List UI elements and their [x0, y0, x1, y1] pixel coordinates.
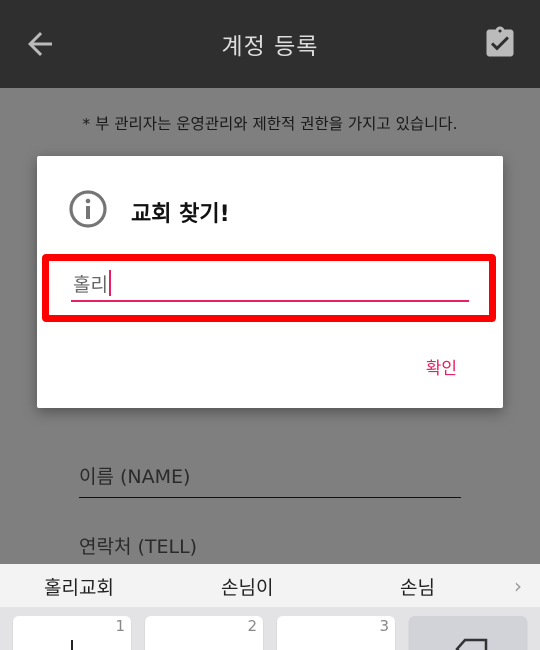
church-search-value: 홀리 [73, 273, 108, 296]
suggestion-item[interactable]: 손님 [400, 573, 435, 600]
app-bar: 계정 등록 [0, 0, 540, 88]
backspace-key[interactable] [409, 616, 527, 650]
dialog-title: 교회 찾기! [131, 202, 230, 227]
key-number: 1 [115, 617, 125, 635]
soft-keyboard: 1 2 3 [0, 607, 540, 650]
keyboard-key[interactable]: 3 [277, 616, 395, 650]
find-church-dialog: 교회 찾기! 홀리 확인 [37, 156, 503, 408]
key-number: 2 [247, 617, 257, 635]
suggestion-item[interactable]: 홀리교회 [44, 573, 114, 600]
keyboard-key[interactable]: 1 [13, 616, 131, 650]
clipboard-check-icon[interactable] [482, 24, 518, 62]
keyboard-key[interactable]: 2 [145, 616, 263, 650]
chevron-right-icon[interactable]: › [514, 574, 522, 598]
backspace-icon [455, 638, 488, 650]
info-icon [69, 190, 107, 228]
key-number: 3 [379, 617, 389, 635]
page-title: 계정 등록 [221, 34, 319, 60]
text-cursor [108, 270, 111, 296]
church-search-input[interactable]: 홀리 [71, 266, 469, 302]
suggestion-item[interactable]: 손님이 [221, 573, 273, 600]
confirm-button[interactable]: 확인 [426, 354, 457, 379]
keyboard-suggestion-bar: 홀리교회 손님이 손님 › [0, 564, 540, 607]
arrow-left-icon[interactable] [22, 26, 58, 62]
key-glyph [71, 640, 73, 650]
